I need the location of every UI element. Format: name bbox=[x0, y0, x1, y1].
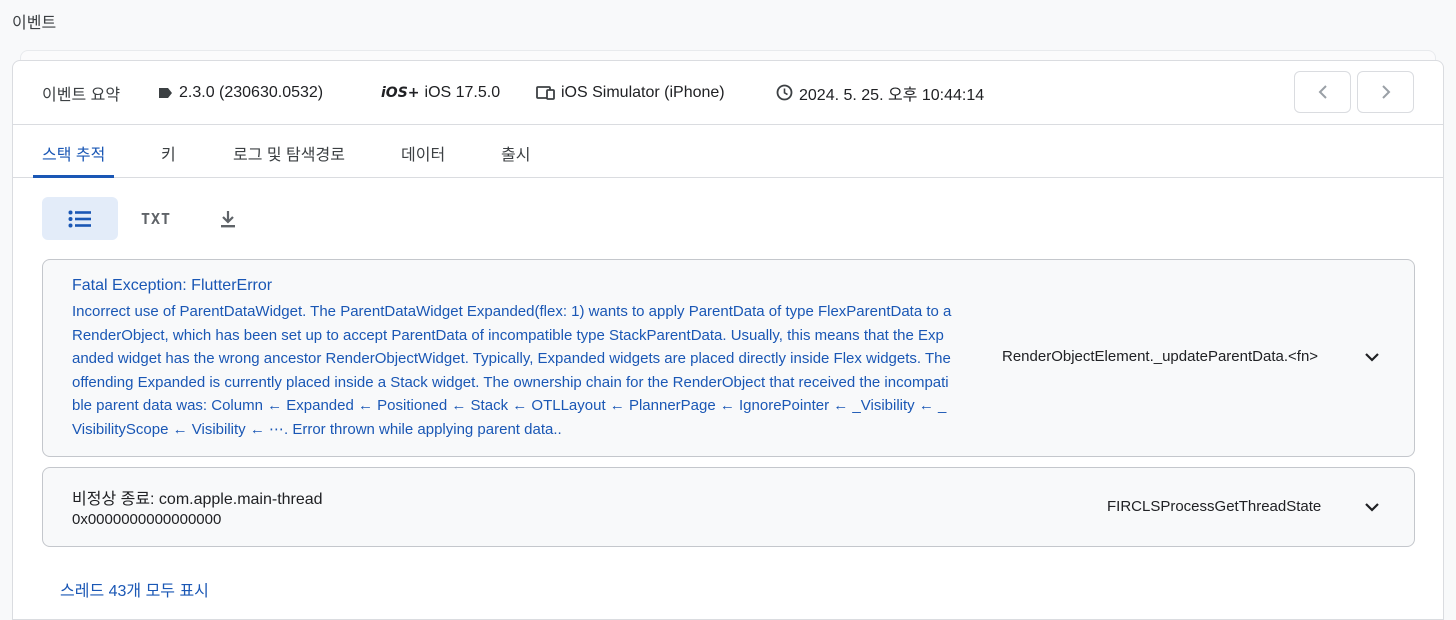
timestamp-text: 2024. 5. 25. 오후 10:44:14 bbox=[799, 86, 985, 104]
frame-title: 비정상 종료: com.apple.main-thread bbox=[72, 491, 323, 508]
device-info: iOS Simulator (iPhone) bbox=[536, 84, 725, 102]
stack-frame-main-thread[interactable]: 비정상 종료: com.apple.main-thread 0x00000000… bbox=[42, 467, 1415, 547]
devices-icon bbox=[536, 85, 555, 100]
tab-data[interactable]: 데이터 bbox=[401, 141, 445, 165]
chevron-right-icon bbox=[1381, 85, 1390, 99]
frame-title: Fatal Exception: FlutterError bbox=[72, 277, 273, 294]
event-summary-bar: 이벤트 요약 2.3.0 (230630.0532) iOS+ iOS 17.5… bbox=[13, 61, 1443, 125]
os-info: iOS+ iOS 17.5.0 bbox=[381, 84, 500, 102]
page-title: 이벤트 bbox=[12, 15, 57, 32]
frame-function: RenderObjectElement._updateParentData.<f… bbox=[1002, 348, 1319, 365]
ios-logo-icon: iOS+ bbox=[381, 84, 420, 101]
tab-bar: 스택 추적 키 로그 및 탐색경로 데이터 출시 bbox=[13, 125, 1443, 178]
tag-icon bbox=[159, 87, 172, 98]
list-view-button[interactable] bbox=[42, 197, 118, 240]
clock-icon bbox=[776, 84, 793, 101]
stack-view-toolbar: TXT bbox=[13, 178, 1443, 258]
chevron-down-icon[interactable] bbox=[1364, 502, 1380, 512]
chevron-down-icon[interactable] bbox=[1364, 352, 1380, 362]
show-all-threads-link[interactable]: 스레드 43개 모두 표시 bbox=[60, 577, 209, 601]
version-text: 2.3.0 (230630.0532) bbox=[179, 83, 324, 101]
frame-message: Incorrect use of ParentDataWidget. The P… bbox=[72, 303, 952, 438]
stack-frame-fatal-exception[interactable]: Fatal Exception: FlutterError Incorrect … bbox=[42, 259, 1415, 457]
download-icon bbox=[221, 210, 235, 227]
previous-event-button[interactable] bbox=[1294, 71, 1351, 113]
tab-stack-trace[interactable]: 스택 추적 bbox=[42, 141, 105, 165]
list-icon bbox=[68, 210, 91, 227]
timestamp-info: 2024. 5. 25. 오후 10:44:14 bbox=[776, 81, 984, 105]
txt-label: TXT bbox=[140, 209, 172, 228]
chevron-left-icon bbox=[1318, 85, 1327, 99]
tab-keys[interactable]: 키 bbox=[161, 141, 176, 165]
os-text: iOS 17.5.0 bbox=[424, 83, 501, 101]
text-view-button[interactable]: TXT bbox=[118, 197, 194, 240]
frame-function: FIRCLSProcessGetThreadState bbox=[1107, 498, 1322, 515]
frame-address: 0x0000000000000000 bbox=[72, 511, 222, 528]
download-button[interactable] bbox=[190, 197, 266, 240]
event-summary-label: 이벤트 요약 bbox=[42, 86, 121, 104]
version-info: 2.3.0 (230630.0532) bbox=[158, 84, 323, 102]
tab-release[interactable]: 출시 bbox=[501, 141, 530, 165]
device-text: iOS Simulator (iPhone) bbox=[561, 83, 725, 101]
event-card: 이벤트 요약 2.3.0 (230630.0532) iOS+ iOS 17.5… bbox=[12, 60, 1444, 620]
tab-logs-breadcrumbs[interactable]: 로그 및 탐색경로 bbox=[233, 141, 345, 165]
next-event-button[interactable] bbox=[1357, 71, 1414, 113]
